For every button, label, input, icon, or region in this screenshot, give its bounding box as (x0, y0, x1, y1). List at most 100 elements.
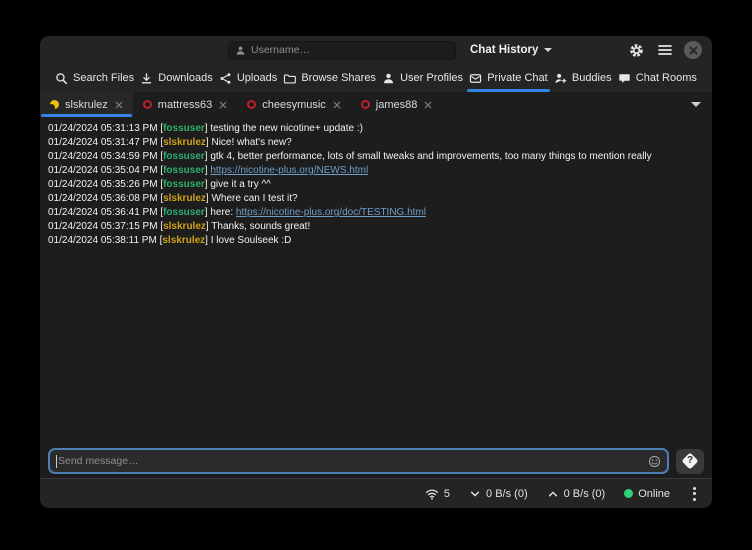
chat-tab-james88[interactable]: james88 (351, 92, 443, 117)
chat-tab-bar: slskrulez mattress63 cheesymusic james88 (40, 92, 712, 117)
user-icon (235, 45, 246, 56)
message-username[interactable]: slskrulez (163, 193, 206, 204)
upload-speed-status[interactable]: 0 B/s (0) (547, 488, 606, 500)
message-timestamp: 01/24/2024 05:31:47 PM (48, 137, 160, 148)
user-plus-icon (554, 72, 567, 85)
online-status-label: Online (638, 488, 670, 500)
download-icon (140, 72, 153, 85)
folder-icon (283, 72, 296, 85)
toolbar-downloads[interactable]: Downloads (138, 64, 214, 92)
toolbar-label: Browse Shares (301, 72, 376, 84)
gear-icon (629, 43, 644, 58)
tab-label: james88 (376, 99, 418, 111)
toolbar-chat-rooms[interactable]: Chat Rooms (616, 64, 699, 92)
away-status-icon (50, 100, 59, 109)
chevron-down-icon (691, 102, 701, 107)
message-timestamp: 01/24/2024 05:37:15 PM (48, 221, 160, 232)
message-username[interactable]: slskrulez (163, 137, 206, 148)
main-toolbar: Search Files Downloads Uploads Browse Sh… (40, 64, 712, 92)
app-window: Chat History Search Files (40, 36, 712, 508)
message-timestamp: 01/24/2024 05:36:08 PM (48, 193, 160, 204)
message-username[interactable]: fossuser (163, 151, 205, 162)
message-username[interactable]: fossuser (163, 179, 205, 190)
tab-close-icon[interactable] (333, 101, 341, 109)
message-text: give it a try ^^ (210, 179, 271, 190)
tab-overflow-button[interactable] (680, 92, 712, 117)
tab-close-icon[interactable] (424, 101, 432, 109)
upload-speed-value: 0 B/s (0) (564, 488, 606, 500)
message-link[interactable]: https://nicotine-plus.org/doc/TESTING.ht… (236, 207, 426, 218)
preferences-button[interactable] (626, 40, 646, 60)
chat-command-help-button[interactable]: ? (676, 449, 704, 474)
headerbar: Chat History (40, 36, 712, 64)
chat-tab-mattress63[interactable]: mattress63 (133, 92, 237, 117)
chat-message: 01/24/2024 05:34:59 PM [fossuser] gtk 4,… (48, 150, 704, 164)
message-link[interactable]: https://nicotine-plus.org/NEWS.html (210, 165, 368, 176)
toolbar-search-files[interactable]: Search Files (53, 64, 136, 92)
tab-label: mattress63 (158, 99, 212, 111)
toolbar-private-chat[interactable]: Private Chat (467, 64, 550, 92)
message-username[interactable]: slskrulez (162, 235, 205, 246)
offline-status-icon (143, 100, 152, 109)
toolbar-buddies[interactable]: Buddies (552, 64, 614, 92)
chat-message: 01/24/2024 05:38:11 PM [slskrulez] I lov… (48, 234, 704, 248)
envelope-icon (469, 72, 482, 85)
message-timestamp: 01/24/2024 05:35:04 PM (48, 165, 160, 176)
toolbar-uploads[interactable]: Uploads (217, 64, 279, 92)
message-username[interactable]: fossuser (163, 165, 205, 176)
tab-label: cheesymusic (262, 99, 326, 111)
download-speed-status[interactable]: 0 B/s (0) (469, 488, 528, 500)
window-close-button[interactable] (684, 41, 702, 59)
kebab-menu-icon (693, 487, 696, 490)
online-dot-icon (624, 489, 633, 498)
message-text: gtk 4, better performance, lots of small… (210, 151, 651, 162)
connection-count[interactable]: 5 (425, 488, 450, 500)
chat-message: 01/24/2024 05:36:41 PM [fossuser] here: … (48, 206, 704, 220)
toolbar-label: Downloads (158, 72, 212, 84)
emoji-picker-button[interactable] (648, 455, 661, 468)
chat-message: 01/24/2024 05:35:26 PM [fossuser] give i… (48, 178, 704, 192)
message-entry-wrap[interactable] (48, 448, 669, 474)
toolbar-browse-shares[interactable]: Browse Shares (281, 64, 378, 92)
speech-bubble-icon (618, 72, 631, 85)
statusbar-menu-button[interactable] (689, 485, 700, 503)
tab-label: slskrulez (65, 99, 108, 111)
text-caret (56, 455, 57, 468)
toolbar-user-profiles[interactable]: User Profiles (380, 64, 465, 92)
toolbar-label: Buddies (572, 72, 612, 84)
message-username[interactable]: fossuser (163, 123, 205, 134)
username-input[interactable] (251, 44, 449, 56)
chat-message: 01/24/2024 05:31:13 PM [fossuser] testin… (48, 122, 704, 136)
menu-icon (658, 44, 672, 56)
toolbar-label: Chat Rooms (636, 72, 697, 84)
message-text: Nice! what's new? (211, 137, 291, 148)
close-icon (689, 46, 698, 55)
chevron-down-icon (544, 48, 552, 52)
chat-tab-cheesymusic[interactable]: cheesymusic (237, 92, 351, 117)
connection-count-value: 5 (444, 488, 450, 500)
username-field-wrap[interactable] (228, 41, 456, 60)
chat-tab-slskrulez[interactable]: slskrulez (40, 92, 133, 117)
user-icon (382, 72, 395, 85)
wifi-icon (425, 488, 439, 500)
message-timestamp: 01/24/2024 05:35:26 PM (48, 179, 160, 190)
message-timestamp: 01/24/2024 05:34:59 PM (48, 151, 160, 162)
message-input[interactable] (56, 455, 644, 467)
chat-log[interactable]: 01/24/2024 05:31:13 PM [fossuser] testin… (40, 117, 712, 444)
message-text: testing the new nicotine+ update :) (210, 123, 363, 134)
chat-history-button[interactable]: Chat History (464, 41, 558, 59)
main-menu-button[interactable] (655, 40, 675, 60)
message-text: Where can I test it? (211, 193, 297, 204)
chat-message: 01/24/2024 05:31:47 PM [slskrulez] Nice!… (48, 136, 704, 150)
tab-close-icon[interactable] (219, 101, 227, 109)
toolbar-label: Private Chat (487, 72, 548, 84)
chat-history-label: Chat History (470, 44, 538, 56)
online-status[interactable]: Online (624, 488, 670, 500)
search-icon (55, 72, 68, 85)
message-text: I love Soulseek :D (211, 235, 292, 246)
message-username[interactable]: fossuser (163, 207, 205, 218)
statusbar: 5 0 B/s (0) 0 B/s (0) Online (40, 478, 712, 508)
tab-close-icon[interactable] (115, 101, 123, 109)
composer-row: ? (40, 444, 712, 478)
message-username[interactable]: slskrulez (163, 221, 206, 232)
